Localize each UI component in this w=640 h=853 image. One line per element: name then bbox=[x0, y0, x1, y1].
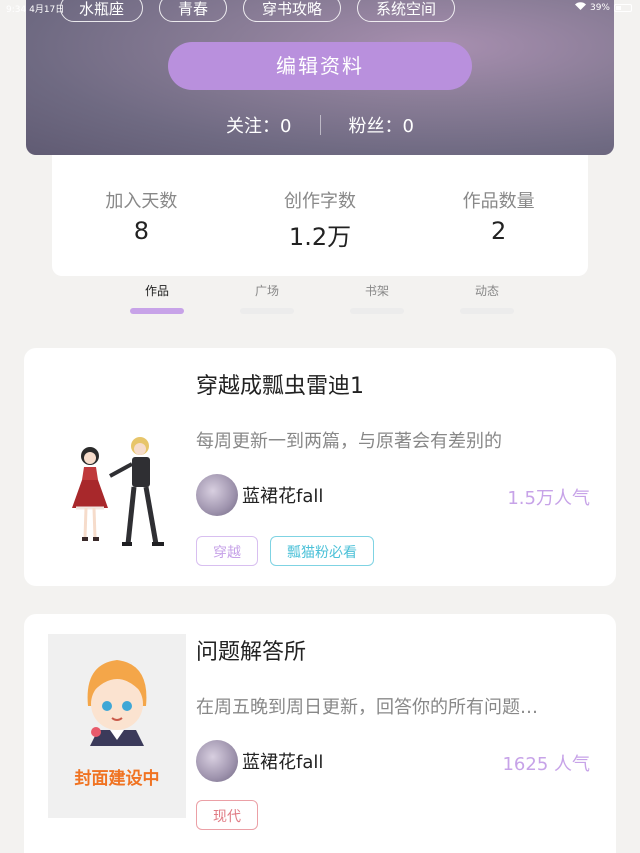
work-description: 在周五晚到周日更新，回答你的所有问题… bbox=[196, 697, 538, 718]
stat-value: 1.2万 bbox=[288, 223, 352, 251]
work-cover-image[interactable] bbox=[48, 368, 186, 552]
tab-activity[interactable]: 动态 bbox=[432, 282, 542, 316]
profile-tabs: 作品 广场 书架 动态 bbox=[102, 282, 542, 316]
status-right: 39% bbox=[574, 2, 632, 13]
work-tag[interactable]: 瓢猫粉必看 bbox=[270, 536, 374, 566]
stat-label: 作品数量 bbox=[462, 191, 535, 212]
tab-bookshelf[interactable]: 书架 bbox=[322, 282, 432, 316]
work-author[interactable]: 蓝裙花fall bbox=[196, 740, 323, 782]
tab-square[interactable]: 广场 bbox=[212, 282, 322, 316]
status-time: 9:34 4月17日 bbox=[6, 5, 65, 15]
author-name[interactable]: 蓝裙花fall bbox=[242, 748, 323, 774]
stat-label: 创作字数 bbox=[284, 191, 356, 212]
following-count[interactable]: 关注：0 bbox=[226, 112, 291, 138]
creator-stats: 加入天数 8 创作字数 1.2万 作品数量 2 bbox=[52, 155, 588, 276]
stat-value: 8 bbox=[133, 217, 149, 245]
work-author[interactable]: 蓝裙花fall bbox=[196, 474, 323, 516]
author-avatar[interactable] bbox=[196, 474, 238, 516]
stat-words: 创作字数 1.2万 bbox=[231, 155, 410, 276]
work-tags: 穿越 瓢猫粉必看 bbox=[196, 536, 374, 566]
stat-value: 2 bbox=[491, 217, 507, 245]
tab-indicator bbox=[130, 308, 184, 314]
wifi-icon bbox=[574, 2, 586, 13]
edit-profile-button[interactable]: 编辑资料 bbox=[168, 42, 472, 90]
follow-stats: 关注：0 粉丝：0 bbox=[26, 112, 614, 138]
placeholder-mascot-icon bbox=[87, 660, 147, 746]
work-card[interactable]: 封面建设中 问题解答所 在周五晚到周日更新，回答你的所有问题… 蓝裙花fall … bbox=[24, 614, 616, 853]
battery-percent: 39% bbox=[589, 2, 610, 13]
work-cover-image[interactable]: 封面建设中 bbox=[48, 634, 186, 818]
work-description: 每周更新一到两篇，与原著会有差别的 bbox=[196, 431, 502, 452]
author-avatar[interactable] bbox=[196, 740, 238, 782]
divider bbox=[319, 115, 321, 135]
work-card[interactable]: 穿越成瓢虫雷迪1 每周更新一到两篇，与原著会有差别的 蓝裙花fall 1.5万人… bbox=[24, 348, 616, 586]
work-popularity: 1.5万人气 bbox=[507, 488, 590, 509]
tab-indicator bbox=[240, 308, 294, 314]
work-title[interactable]: 问题解答所 bbox=[196, 634, 306, 666]
status-bar: 9:34 4月17日 39% bbox=[0, 0, 640, 15]
cover-placeholder-text: 封面建设中 bbox=[74, 769, 160, 789]
work-tag[interactable]: 穿越 bbox=[196, 536, 258, 566]
author-name[interactable]: 蓝裙花fall bbox=[242, 482, 323, 508]
work-tag[interactable]: 现代 bbox=[196, 800, 258, 830]
stat-label: 加入天数 bbox=[105, 191, 178, 212]
profile-header: 水瓶座 青春 穿书攻略 系统空间 编辑资料 关注：0 粉丝：0 bbox=[26, 0, 614, 155]
battery-icon bbox=[614, 3, 632, 12]
followers-count[interactable]: 粉丝：0 bbox=[349, 112, 414, 138]
work-popularity: 1625 人气 bbox=[502, 754, 590, 775]
tab-indicator bbox=[460, 308, 514, 314]
tab-works[interactable]: 作品 bbox=[102, 282, 212, 316]
tab-indicator bbox=[350, 308, 404, 314]
work-tags: 现代 bbox=[196, 800, 258, 830]
stat-works: 作品数量 2 bbox=[409, 155, 588, 276]
work-title[interactable]: 穿越成瓢虫雷迪1 bbox=[196, 368, 364, 400]
stat-days: 加入天数 8 bbox=[52, 155, 231, 276]
